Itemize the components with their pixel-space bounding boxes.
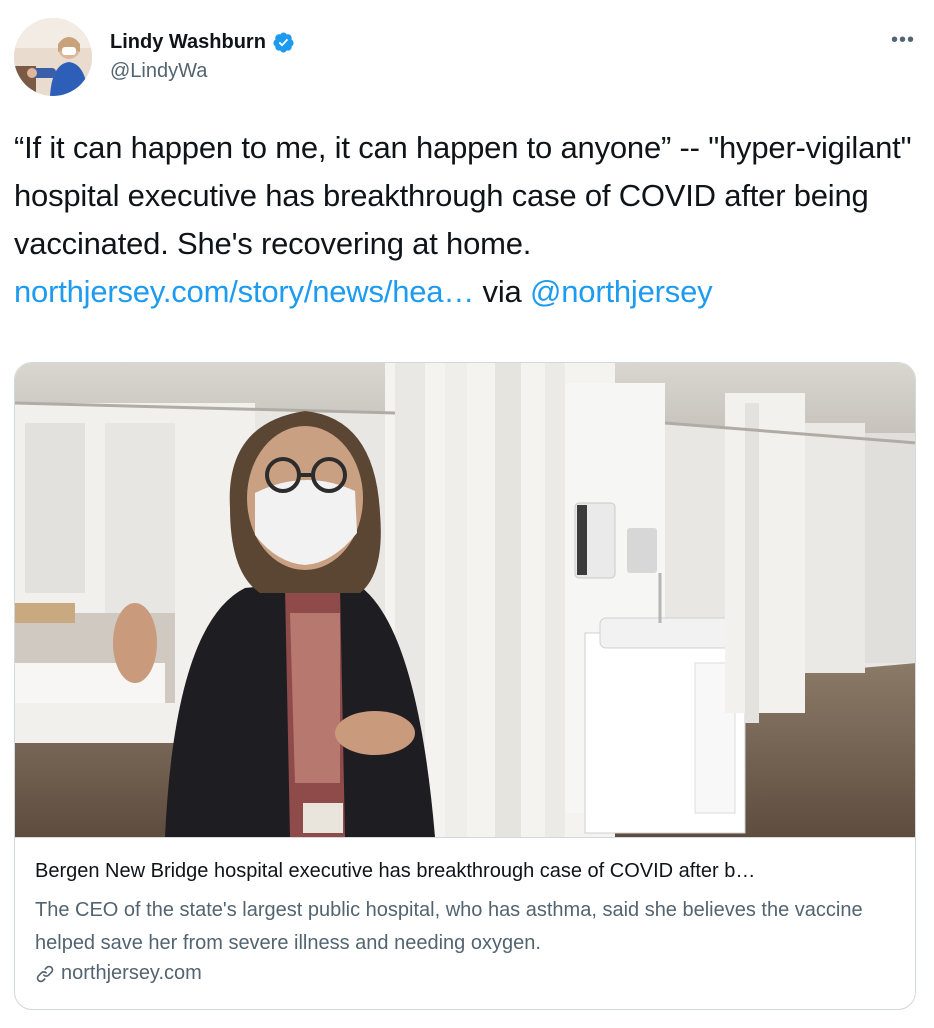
tweet-link[interactable]: northjersey.com/story/news/hea… bbox=[14, 274, 474, 309]
card-description: The CEO of the state's largest public ho… bbox=[35, 899, 863, 954]
tweet-text: “If it can happen to me, it can happen t… bbox=[14, 124, 924, 316]
card-body: Bergen New Bridge hospital executive has… bbox=[15, 837, 915, 1009]
more-options-button[interactable]: ••• bbox=[888, 28, 918, 51]
author-display-name[interactable]: Lindy Washburn bbox=[110, 31, 266, 54]
profile-photo-icon bbox=[14, 18, 92, 96]
tweet-text-body: “If it can happen to me, it can happen t… bbox=[14, 130, 912, 261]
card-title: Bergen New Bridge hospital executive has… bbox=[35, 860, 756, 882]
link-card[interactable]: Bergen New Bridge hospital executive has… bbox=[14, 362, 916, 1010]
tweet[interactable]: Lindy Washburn @LindyWa ••• “If it can h… bbox=[0, 0, 934, 1028]
more-icon: ••• bbox=[890, 28, 915, 51]
tweet-header: Lindy Washburn @LindyWa ••• bbox=[14, 18, 920, 98]
author-names: Lindy Washburn @LindyWa bbox=[110, 28, 295, 83]
card-domain-text: northjersey.com bbox=[61, 962, 202, 984]
card-image[interactable] bbox=[15, 363, 915, 837]
article-photo-icon bbox=[15, 363, 915, 837]
author-handle[interactable]: @LindyWa bbox=[110, 60, 295, 83]
mention-link[interactable]: @northjersey bbox=[530, 274, 713, 309]
verified-badge-icon bbox=[273, 31, 294, 53]
link-icon bbox=[36, 965, 54, 982]
tweet-text-via: via bbox=[474, 274, 530, 309]
avatar[interactable] bbox=[14, 18, 92, 96]
card-domain: northjersey.com bbox=[35, 962, 202, 985]
